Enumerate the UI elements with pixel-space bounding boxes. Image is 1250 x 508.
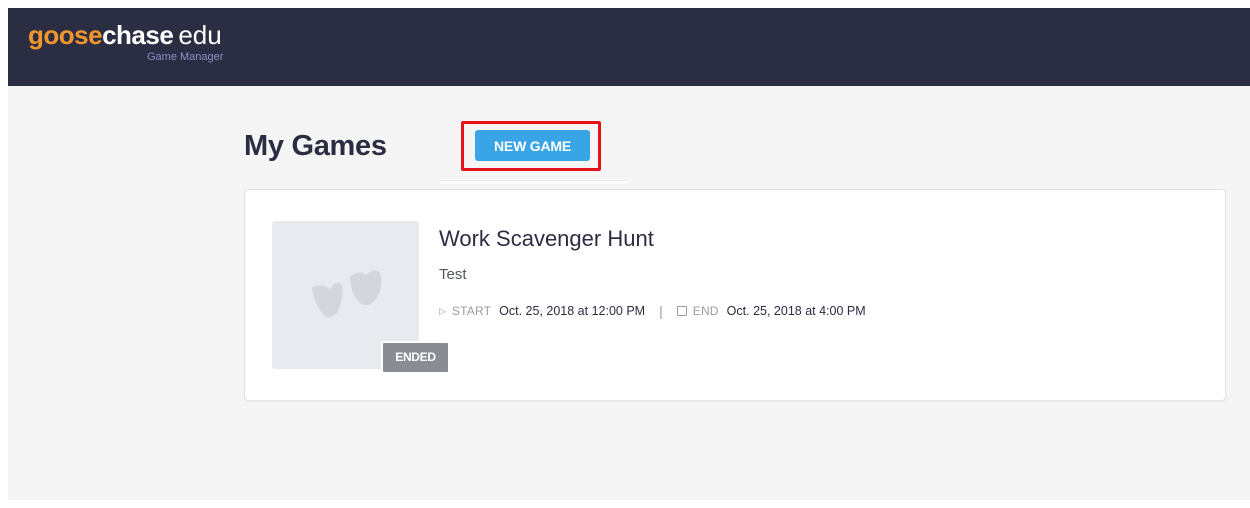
top-navbar: goosechase edu Game Manager — [8, 8, 1250, 86]
logo-subtitle: Game Manager — [147, 51, 224, 63]
game-card[interactable]: ENDED Work Scavenger Hunt Test ▷ START Oct… — [244, 189, 1226, 401]
stop-square-icon — [676, 306, 687, 316]
end-label: END — [692, 304, 719, 318]
game-thumbnail[interactable]: ENDED — [272, 221, 450, 374]
logo-edu-text: edu — [178, 20, 222, 50]
page-title: My Games — [244, 130, 387, 162]
date-separator: | — [659, 303, 663, 319]
play-triangle-icon: ▷ — [439, 305, 446, 316]
game-title[interactable]: Work Scavenger Hunt — [439, 226, 654, 252]
button-underlay — [440, 180, 626, 184]
goosechase-logo[interactable]: goosechase edu Game Manager — [28, 20, 224, 63]
app-frame: goosechase edu Game Manager My Games NEW … — [8, 8, 1250, 500]
logo-goose-text: goose — [28, 20, 103, 50]
start-value: Oct. 25, 2018 at 12:00 PM — [499, 304, 646, 318]
start-label: START — [451, 304, 492, 318]
logo-chase-text: chase — [102, 20, 174, 50]
new-game-highlight: NEW GAME — [461, 121, 601, 171]
game-description: Test — [439, 266, 467, 283]
goose-footprints-icon — [312, 270, 382, 318]
new-game-button[interactable]: NEW GAME — [475, 130, 590, 161]
status-badge: ENDED — [381, 341, 450, 374]
end-value: Oct. 25, 2018 at 4:00 PM — [726, 304, 866, 318]
game-schedule: ▷ START Oct. 25, 2018 at 12:00 PM | END Oct. … — [439, 303, 866, 321]
